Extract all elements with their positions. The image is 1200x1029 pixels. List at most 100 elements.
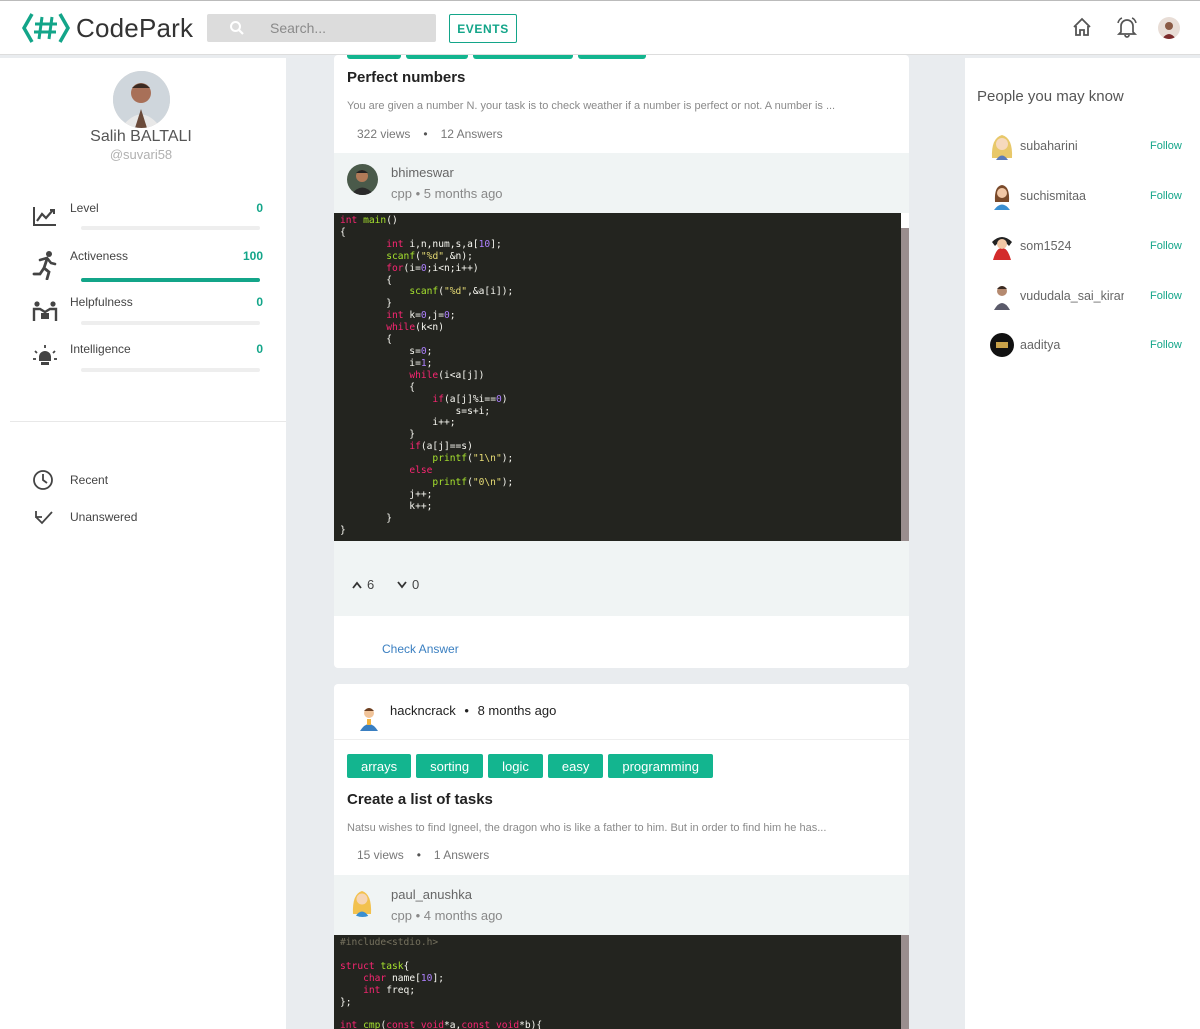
- stat-label: Helpfulness: [70, 295, 133, 309]
- stat-label: Intelligence: [70, 342, 131, 356]
- answer-language: cpp: [391, 186, 412, 201]
- nav-item-unanswered[interactable]: Unanswered: [32, 508, 137, 526]
- stat-value: 0: [256, 295, 263, 309]
- bell-icon[interactable]: [1116, 16, 1138, 38]
- person-name[interactable]: vududala_sai_kiran: [1020, 289, 1124, 303]
- question-card: Perfect numbers You are given a number N…: [334, 55, 909, 668]
- follow-button[interactable]: Follow: [1150, 140, 1182, 152]
- person-row: vududala_sai_kiran Follow: [965, 282, 1200, 312]
- stat-label: Level: [70, 201, 99, 215]
- events-button[interactable]: EVENTS: [449, 14, 517, 43]
- trend-chart-icon: [33, 207, 56, 226]
- nav-item-recent[interactable]: Recent: [32, 469, 108, 491]
- question-meta: 15 views • 1 Answers: [357, 848, 489, 862]
- answer-username[interactable]: paul_anushka: [391, 887, 472, 902]
- stat-value: 0: [256, 342, 263, 356]
- person-name[interactable]: aaditya: [1020, 338, 1124, 352]
- meta-separator: •: [416, 848, 421, 862]
- person-row: som1524 Follow: [965, 232, 1200, 262]
- answer-header: bhimeswar cpp • 5 months ago: [334, 153, 909, 213]
- user-avatar[interactable]: [1158, 17, 1180, 39]
- person-row: suchismitaa Follow: [965, 182, 1200, 212]
- tag-sorting[interactable]: sorting: [416, 754, 484, 778]
- answer-user-photo: [347, 886, 378, 917]
- downvote-button[interactable]: 0: [396, 577, 419, 592]
- downvote-count: 0: [412, 577, 420, 592]
- question-description: Natsu wishes to find Igneel, the dragon …: [347, 822, 827, 834]
- logo-text: CodePark: [76, 12, 194, 43]
- chevron-up-icon: [352, 581, 362, 589]
- nav-item-label: Unanswered: [70, 510, 138, 524]
- check-answer-link[interactable]: Check Answer: [382, 642, 459, 656]
- search-bar[interactable]: [207, 14, 436, 42]
- person-avatar[interactable]: [989, 331, 1015, 359]
- tag-partial[interactable]: [473, 55, 573, 59]
- views-count: 15 views: [357, 848, 404, 862]
- tag-list: arrays sorting logic easy programming: [347, 754, 713, 778]
- tag-easy[interactable]: easy: [547, 754, 604, 778]
- answer-user-avatar[interactable]: [347, 164, 378, 195]
- person-row: subaharini Follow: [965, 132, 1200, 162]
- follow-button[interactable]: Follow: [1150, 240, 1182, 252]
- home-icon[interactable]: [1071, 16, 1093, 38]
- question-title[interactable]: Create a list of tasks: [347, 791, 493, 808]
- stat-progress-track: [81, 278, 260, 282]
- clock-icon: [33, 470, 53, 490]
- stat-progress-track: [81, 368, 260, 372]
- question-title[interactable]: Perfect numbers: [347, 69, 465, 86]
- code-block: int main() { int i,n,num,s,a[10]; scanf(…: [334, 213, 901, 541]
- person-avatar[interactable]: [989, 282, 1015, 310]
- person-name[interactable]: subaharini: [1020, 139, 1124, 153]
- tag-programming[interactable]: programming: [608, 754, 713, 778]
- codepark-logo-icon: [22, 13, 70, 43]
- code-scrollbar[interactable]: [901, 228, 909, 541]
- person-name[interactable]: suchismitaa: [1020, 189, 1124, 203]
- running-person-icon: [32, 251, 57, 280]
- question-author: hackncrack • 8 months ago: [390, 703, 557, 718]
- sidebar-divider: [10, 421, 286, 422]
- answer-meta: cpp • 5 months ago: [391, 186, 503, 201]
- left-sidebar: Salih BALTALI @suvari58 Level 0 Activene…: [0, 58, 286, 1029]
- helping-people-icon: [32, 301, 58, 321]
- profile-name: Salih BALTALI: [90, 128, 192, 145]
- right-sidebar: People you may know subaharini Follow su…: [965, 58, 1200, 1029]
- person-avatar[interactable]: [989, 182, 1015, 210]
- nav-item-label: Recent: [70, 473, 109, 487]
- vote-bar: 6 0: [334, 541, 909, 616]
- profile-handle: @suvari58: [109, 147, 173, 162]
- follow-button[interactable]: Follow: [1150, 339, 1182, 351]
- code-block: #include<stdio.h> struct task{ char name…: [334, 935, 901, 1029]
- person-name[interactable]: som1524: [1020, 239, 1124, 253]
- top-header: CodePark EVENTS: [0, 0, 1200, 55]
- user-avatar-image: [1162, 22, 1176, 39]
- tag-partial[interactable]: [406, 55, 468, 59]
- follow-button[interactable]: Follow: [1150, 190, 1182, 202]
- answer-user-avatar[interactable]: [347, 886, 378, 917]
- follow-button[interactable]: Follow: [1150, 290, 1182, 302]
- profile-avatar[interactable]: [113, 71, 170, 128]
- tag-partial[interactable]: [347, 55, 401, 59]
- stat-progress-track: [81, 226, 260, 230]
- unanswered-arrow-icon: [35, 511, 53, 525]
- search-input[interactable]: [270, 18, 420, 38]
- person-avatar[interactable]: [989, 232, 1015, 260]
- person-avatar[interactable]: [989, 132, 1015, 160]
- stat-progress-track: [81, 321, 260, 325]
- code-scrollbar[interactable]: [901, 935, 909, 1029]
- code-content: #include<stdio.h> struct task{ char name…: [340, 937, 543, 1029]
- tag-logic[interactable]: logic: [488, 754, 543, 778]
- code-content: int main() { int i,n,num,s,a[10]; scanf(…: [340, 215, 514, 536]
- tag-arrays[interactable]: arrays: [347, 754, 412, 778]
- answer-username[interactable]: bhimeswar: [391, 165, 454, 180]
- upvote-button[interactable]: 6: [351, 577, 374, 592]
- answer-time: 5 months ago: [423, 186, 503, 201]
- author-username[interactable]: hackncrack: [390, 703, 456, 718]
- stat-progress-fill: [81, 278, 260, 282]
- question-meta: 322 views • 12 Answers: [357, 127, 503, 141]
- author-avatar[interactable]: [357, 705, 381, 731]
- stat-label: Activeness: [70, 249, 129, 263]
- search-icon: [230, 21, 244, 35]
- codepark-logo[interactable]: CodePark: [22, 9, 193, 47]
- tag-partial[interactable]: [578, 55, 646, 59]
- profile-photo: [113, 71, 170, 128]
